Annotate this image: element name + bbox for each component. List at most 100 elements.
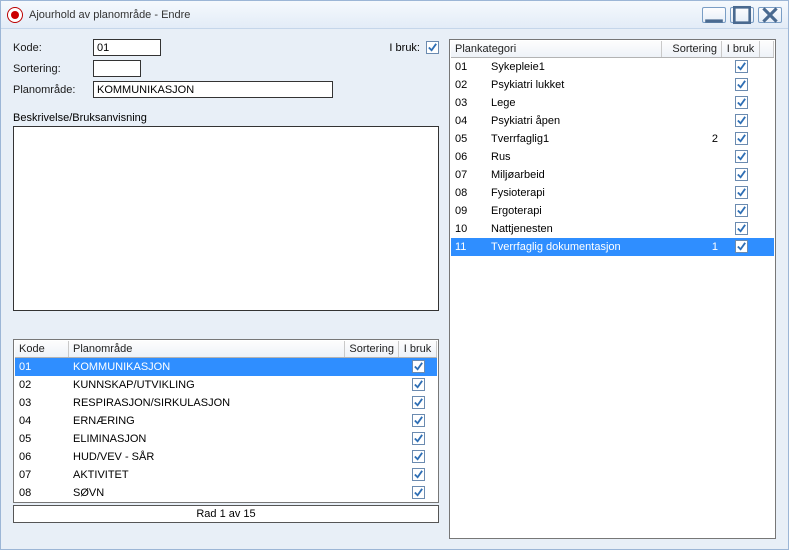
cell-sortering <box>345 456 399 458</box>
ibruk-checkbox[interactable] <box>412 396 425 409</box>
cell-plankategori: 09Ergoterapi <box>451 204 662 218</box>
ibruk-checkbox[interactable] <box>735 114 748 127</box>
ibruk-checkbox[interactable] <box>412 414 425 427</box>
cell-planomrade: KOMMUNIKASJON <box>69 360 345 374</box>
table-row[interactable]: 01Sykepleie1 <box>451 58 774 76</box>
window-buttons <box>702 7 782 23</box>
ibruk-checkbox[interactable] <box>735 60 748 73</box>
cell-ibruk <box>399 431 437 448</box>
plankategori-grid[interactable]: Plankategori Sortering I bruk 01Sykeplei… <box>451 41 774 537</box>
table-row[interactable]: 07AKTIVITET <box>15 466 437 484</box>
table-row[interactable]: 10Nattjenesten <box>451 220 774 238</box>
table-row[interactable]: 01KOMMUNIKASJON <box>15 358 437 376</box>
cell-ibruk <box>722 113 760 130</box>
ibruk-checkbox[interactable] <box>412 468 425 481</box>
ibruk-checkbox[interactable] <box>735 186 748 199</box>
cell-planomrade: HUD/VEV - SÅR <box>69 450 345 464</box>
cell-plankategori: 08Fysioterapi <box>451 186 662 200</box>
cell-sortering <box>345 492 399 494</box>
cell-plankategori: 04Psykiatri åpen <box>451 114 662 128</box>
col-plankategori[interactable]: Plankategori <box>451 41 662 57</box>
ibruk-checkbox[interactable] <box>412 432 425 445</box>
ibruk-checkbox[interactable] <box>735 96 748 109</box>
table-row[interactable]: 03RESPIRASJON/SIRKULASJON <box>15 394 437 412</box>
cell-ibruk <box>722 185 760 202</box>
cell-kode: 07 <box>15 468 69 482</box>
table-row[interactable]: 04Psykiatri åpen <box>451 112 774 130</box>
grid-body[interactable]: 01Sykepleie1 02Psykiatri lukket 03Lege 04Ps… <box>451 58 774 537</box>
table-row[interactable]: 04ERNÆRING <box>15 412 437 430</box>
table-row[interactable]: 02Psykiatri lukket <box>451 76 774 94</box>
col-planomrade[interactable]: Planområde <box>69 341 345 357</box>
cell-plankategori: 06Rus <box>451 150 662 164</box>
sortering-input[interactable] <box>93 60 141 77</box>
cell-ibruk <box>399 449 437 466</box>
grid-header: Kode Planområde Sortering I bruk <box>15 341 437 358</box>
cell-kode: 01 <box>15 360 69 374</box>
cell-ibruk <box>722 203 760 220</box>
cell-plankategori: 10Nattjenesten <box>451 222 662 236</box>
table-row[interactable]: 06Rus <box>451 148 774 166</box>
cell-kode: 08 <box>15 486 69 500</box>
cell-kode: 02 <box>15 378 69 392</box>
beskrivelse-textarea[interactable] <box>13 126 439 311</box>
col-sortering[interactable]: Sortering <box>345 341 399 357</box>
ibruk-checkbox[interactable] <box>735 150 748 163</box>
planomrade-grid[interactable]: Kode Planområde Sortering I bruk 01KOMMU… <box>15 341 437 501</box>
window: Ajourhold av planområde - Endre Kode: I … <box>0 0 789 550</box>
cell-sortering <box>345 384 399 386</box>
titlebar[interactable]: Ajourhold av planområde - Endre <box>1 1 788 29</box>
ibruk-checkbox[interactable] <box>412 486 425 499</box>
ibruk-checkbox[interactable] <box>412 360 425 373</box>
cell-ibruk <box>722 221 760 238</box>
planomrade-input[interactable] <box>93 81 333 98</box>
right-pane: Plankategori Sortering I bruk 01Sykeplei… <box>449 39 776 539</box>
cell-ibruk <box>399 377 437 394</box>
table-row[interactable]: 08SØVN <box>15 484 437 501</box>
col-ibruk[interactable]: I bruk <box>399 341 437 357</box>
ibruk-checkbox[interactable] <box>735 204 748 217</box>
table-row[interactable]: 09Ergoterapi <box>451 202 774 220</box>
close-button[interactable] <box>758 7 782 23</box>
cell-ibruk <box>722 239 760 256</box>
ibruk-checkbox[interactable] <box>735 222 748 235</box>
table-row[interactable]: 11Tverrfaglig dokumentasjon1 <box>451 238 774 256</box>
col-kode[interactable]: Kode <box>15 341 69 357</box>
window-title: Ajourhold av planområde - Endre <box>29 9 702 21</box>
grid-body[interactable]: 01KOMMUNIKASJON02KUNNSKAP/UTVIKLING03RES… <box>15 358 437 501</box>
cell-planomrade: ERNÆRING <box>69 414 345 428</box>
kode-input[interactable] <box>93 39 161 56</box>
ibruk-checkbox[interactable] <box>735 78 748 91</box>
ibruk-checkbox[interactable] <box>412 378 425 391</box>
table-row[interactable]: 06HUD/VEV - SÅR <box>15 448 437 466</box>
table-row[interactable]: 02KUNNSKAP/UTVIKLING <box>15 376 437 394</box>
col-sortering[interactable]: Sortering <box>662 41 722 57</box>
cell-ibruk <box>722 77 760 94</box>
cell-planomrade: AKTIVITET <box>69 468 345 482</box>
cell-plankategori: 01Sykepleie1 <box>451 60 662 74</box>
minimize-button[interactable] <box>702 7 726 23</box>
maximize-button[interactable] <box>730 7 754 23</box>
cell-sortering <box>662 102 722 104</box>
cell-ibruk <box>399 467 437 484</box>
cell-plankategori: 02Psykiatri lukket <box>451 78 662 92</box>
table-row[interactable]: 08Fysioterapi <box>451 184 774 202</box>
col-ibruk[interactable]: I bruk <box>722 41 760 57</box>
beskrivelse-label: Beskrivelse/Bruksanvisning <box>13 112 439 124</box>
ibruk-checkbox[interactable] <box>735 132 748 145</box>
cell-sortering <box>662 66 722 68</box>
table-row[interactable]: 03Lege <box>451 94 774 112</box>
cell-ibruk <box>399 395 437 412</box>
cell-kode: 05 <box>15 432 69 446</box>
ibruk-checkbox[interactable] <box>412 450 425 463</box>
cell-sortering <box>662 192 722 194</box>
ibruk-checkbox[interactable] <box>735 240 748 253</box>
table-row[interactable]: 05Tverrfaglig12 <box>451 130 774 148</box>
ibruk-checkbox[interactable] <box>426 41 439 54</box>
cell-ibruk <box>399 485 437 502</box>
table-row[interactable]: 07Miljøarbeid <box>451 166 774 184</box>
content: Kode: I bruk: Sortering: Planområde: Bes… <box>1 29 788 549</box>
right-grid-container: Plankategori Sortering I bruk 01Sykeplei… <box>449 39 776 539</box>
table-row[interactable]: 05ELIMINASJON <box>15 430 437 448</box>
ibruk-checkbox[interactable] <box>735 168 748 181</box>
